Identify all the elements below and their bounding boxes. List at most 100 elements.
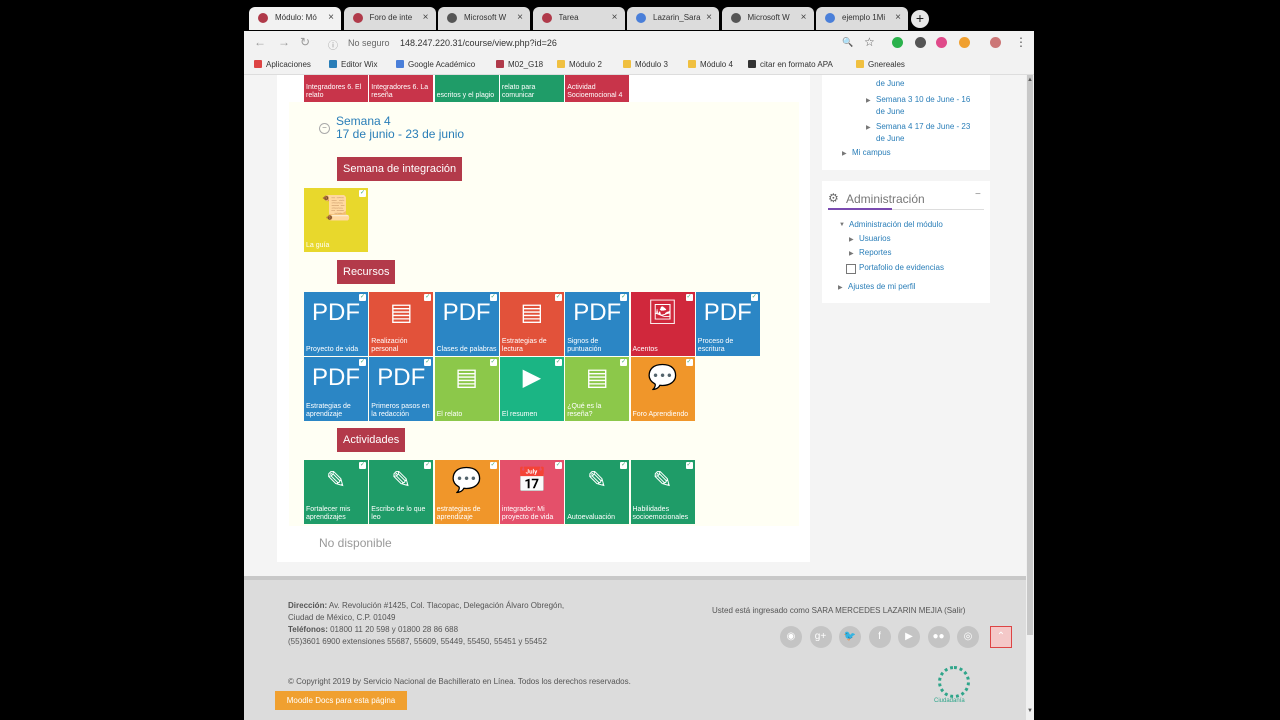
resource-tile[interactable]: Integradores 6. El relato [304, 75, 368, 102]
admin-item-2[interactable]: Reportes [859, 247, 891, 259]
resource-tile[interactable]: 📜 La guía ✓ [304, 188, 368, 252]
facebook-icon[interactable]: f [868, 626, 891, 648]
instagram-icon[interactable]: ◎ [957, 626, 979, 648]
bookmark-0[interactable]: Aplicaciones [254, 60, 311, 69]
profile-avatar[interactable] [990, 37, 1001, 48]
bookmark-3[interactable]: M02_G18 [496, 60, 543, 69]
resource-tile[interactable]: ✎ Habilidades socioemocionales ✓ [630, 460, 695, 524]
expand-arrow-icon[interactable]: ▶ [866, 97, 871, 104]
tab-4[interactable]: Lazarin_Sara × [627, 7, 719, 30]
completion-checkbox[interactable]: ✓ [359, 462, 366, 469]
star-icon[interactable]: ☆ [864, 35, 875, 49]
resource-tile[interactable]: PDF Primeros pasos en la redacción ✓ [369, 357, 434, 421]
tab-3[interactable]: Tarea × [532, 7, 625, 30]
resource-tile[interactable]: 📅 integrador: Mi proyecto de vida ✓ [499, 460, 564, 524]
zoom-icon[interactable]: 🔍 [842, 37, 853, 48]
resource-tile[interactable]: relato para comunicar [499, 75, 564, 102]
login-info[interactable]: Usted está ingresado como SARA MERCEDES … [712, 605, 965, 617]
address-bar[interactable]: 148.247.220.31/course/view.php?id=26 [400, 38, 557, 48]
tab-5[interactable]: Microsoft W × [721, 7, 814, 30]
resource-tile[interactable]: ▤ El relato ✓ [434, 357, 499, 421]
resource-tile[interactable]: 💬 estrategias de aprendizaje ✓ [434, 460, 499, 524]
bookmark-4[interactable]: Módulo 2 [557, 60, 602, 69]
completion-checkbox[interactable]: ✓ [424, 294, 432, 301]
admin-item-4[interactable]: Ajustes de mi perfil [848, 281, 916, 293]
scrollbar[interactable]: ▲ ▼ [1026, 75, 1034, 720]
back-icon[interactable]: ← [254, 35, 266, 49]
admin-item-1[interactable]: Usuarios [859, 233, 891, 245]
resource-tile[interactable]: ✎ Escribo de lo que leo ✓ [369, 460, 434, 524]
resource-tile[interactable]: PDF Proceso de escritura ✓ [695, 292, 760, 356]
resource-tile[interactable]: 🖼 Acentos ✓ [630, 292, 695, 356]
bookmark-2[interactable]: Google Académico [396, 60, 475, 69]
resource-tile[interactable]: Actividad Socioemocional 4 [565, 75, 630, 102]
completion-checkbox[interactable]: ✓ [554, 359, 562, 366]
completion-checkbox[interactable]: ✓ [359, 294, 366, 301]
resource-tile[interactable]: ▤ ¿Qué es la reseña? ✓ [565, 357, 630, 421]
bookmark-6[interactable]: Módulo 4 [688, 60, 733, 69]
completion-checkbox[interactable]: ✓ [359, 190, 366, 197]
admin-item-3[interactable]: Portafolio de evidencias [859, 262, 944, 274]
resource-tile[interactable]: ✎ Fortalecer mis aprendizajes ✓ [304, 460, 368, 524]
collapse-arrow-icon[interactable]: ▼ [839, 222, 845, 228]
resource-tile[interactable]: PDF Signos de puntuación ✓ [565, 292, 630, 356]
tab-close-icon[interactable]: × [706, 7, 712, 29]
bookmark-5[interactable]: Módulo 3 [623, 60, 668, 69]
info-icon[interactable]: ⓘ [328, 37, 338, 52]
web-icon[interactable]: ◉ [780, 626, 802, 648]
menu-icon[interactable]: ⋮ [1015, 35, 1027, 49]
google-plus-icon[interactable]: g+ [809, 626, 832, 648]
bookmark-7[interactable]: citar en formato APA [748, 60, 833, 69]
completion-checkbox[interactable]: ✓ [359, 359, 366, 366]
youtube-icon[interactable]: ▶ [898, 626, 920, 648]
tab-1[interactable]: Foro de inte × [343, 7, 436, 30]
resource-tile[interactable]: PDF Proyecto de vida ✓ [304, 292, 368, 356]
completion-checkbox[interactable]: ✓ [554, 462, 562, 469]
moodle-docs-button[interactable]: Moodle Docs para esta página [275, 691, 407, 710]
expand-arrow-icon[interactable]: ▶ [849, 250, 854, 257]
expand-arrow-icon[interactable]: ▶ [842, 150, 847, 157]
tab-close-icon[interactable]: × [423, 7, 429, 29]
completion-checkbox[interactable]: ✓ [489, 359, 497, 366]
completion-checkbox[interactable]: ✓ [620, 294, 628, 301]
resource-tile[interactable]: ▤ Realización personal ✓ [369, 292, 434, 356]
back-to-top-button[interactable]: ⌃ [990, 626, 1012, 648]
completion-checkbox[interactable]: ✓ [424, 359, 432, 366]
completion-checkbox[interactable]: ✓ [620, 462, 628, 469]
completion-checkbox[interactable]: ✓ [489, 462, 497, 469]
twitter-icon[interactable]: 🐦 [839, 626, 861, 648]
nav-item-2[interactable]: Semana 4 17 de June - 23 de June [876, 121, 971, 145]
resource-tile[interactable]: ▤ Estrategias de lectura ✓ [499, 292, 564, 356]
tab-6[interactable]: ejemplo 1Mi × [816, 7, 908, 30]
resource-tile[interactable]: ✎ Autoevaluación ✓ [565, 460, 630, 524]
bookmark-1[interactable]: Editor Wix [329, 60, 377, 69]
completion-checkbox[interactable]: ✓ [685, 359, 693, 366]
resource-tile[interactable]: PDF Estrategias de aprendizaje ✓ [304, 357, 368, 421]
completion-checkbox[interactable]: ✓ [424, 462, 432, 469]
collapse-section-icon[interactable]: − [319, 123, 330, 134]
tab-close-icon[interactable]: × [612, 7, 618, 29]
tab-close-icon[interactable]: × [328, 7, 334, 29]
tab-close-icon[interactable]: × [801, 7, 807, 29]
resource-tile[interactable]: escritos y el plagio [434, 75, 499, 102]
extension-orange-icon[interactable] [959, 37, 970, 48]
scroll-up-icon[interactable]: ▲ [1026, 77, 1034, 83]
resource-tile[interactable]: ▶ El resumen ✓ [499, 357, 564, 421]
reload-icon[interactable]: ↻ [300, 35, 310, 49]
completion-checkbox[interactable]: ✓ [685, 462, 693, 469]
completion-checkbox[interactable]: ✓ [620, 359, 628, 366]
nav-item-3[interactable]: Mi campus [852, 147, 972, 159]
tab-2[interactable]: Microsoft W × [438, 7, 530, 30]
admin-item-0[interactable]: Administración del módulo [849, 219, 943, 231]
nav-item-0[interactable]: de June [876, 78, 971, 90]
expand-arrow-icon[interactable]: ▶ [849, 236, 854, 243]
resource-tile[interactable]: Integradores 6. La reseña [369, 75, 434, 102]
completion-checkbox[interactable]: ✓ [685, 294, 693, 301]
scroll-down-icon[interactable]: ▼ [1026, 708, 1034, 714]
nav-item-1[interactable]: Semana 3 10 de June - 16 de June [876, 94, 971, 118]
bookmark-8[interactable]: Gnereales [856, 60, 905, 69]
resource-tile[interactable]: PDF Clases de palabras ✓ [434, 292, 499, 356]
expand-arrow-icon[interactable]: ▶ [838, 284, 843, 291]
extension-pink-icon[interactable] [936, 37, 947, 48]
tab-0[interactable]: Módulo: Mó × [249, 7, 341, 30]
